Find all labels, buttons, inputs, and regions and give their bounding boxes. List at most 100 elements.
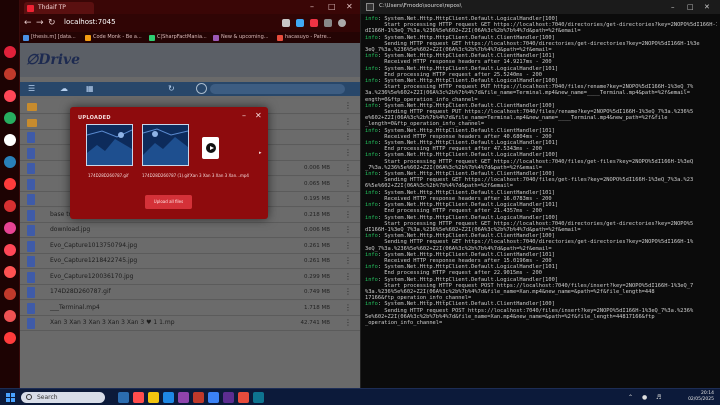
volume-icon[interactable]: ♬: [656, 394, 661, 401]
bookmark-item[interactable]: C|SharpFactMania...: [148, 33, 207, 42]
hamburger-icon[interactable]: ☰: [28, 84, 35, 94]
play-icon: [206, 143, 216, 153]
bookmark-favicon-icon: [85, 35, 91, 41]
refresh-icon[interactable]: ↻: [168, 84, 175, 94]
more-options-icon[interactable]: ⋮: [344, 225, 352, 235]
bookmark-item[interactable]: [thesis.m] [data...: [22, 33, 76, 42]
minimize-icon[interactable]: –: [310, 2, 314, 12]
sidebar-app-icon[interactable]: [4, 222, 16, 234]
sidebar-app-icon[interactable]: [4, 310, 16, 322]
taskbar-app-icon[interactable]: [133, 392, 144, 403]
minimize-icon[interactable]: –: [671, 2, 675, 12]
sidebar-app-icon[interactable]: [4, 244, 16, 256]
taskbar-app-icon[interactable]: [238, 392, 249, 403]
more-options-icon[interactable]: ⋮: [344, 241, 352, 251]
more-options-icon[interactable]: ⋮: [344, 287, 352, 297]
more-options-icon[interactable]: ⋮: [344, 132, 352, 142]
wifi-icon[interactable]: ●: [642, 394, 647, 401]
new-folder-icon[interactable]: ▦: [86, 84, 94, 94]
file-row[interactable]: Evo_Capture1013750794.jpg 0.261 MB ⋮: [20, 238, 360, 254]
more-options-icon[interactable]: ⋮: [344, 256, 352, 266]
profile-icon[interactable]: [338, 19, 346, 27]
folder-icon: [27, 103, 37, 111]
log-text: 5e%602+Z2I(06A%3c%2b%7b%4%7d&file_name=X…: [365, 313, 655, 320]
sidebar-app-icon[interactable]: [4, 156, 16, 168]
maximize-icon[interactable]: □: [687, 2, 694, 12]
upload-all-button[interactable]: Upload all files: [145, 195, 192, 209]
file-row[interactable]: 174D28D260787.gif 0.749 MB ⋮: [20, 285, 360, 300]
file-icon: [27, 287, 35, 298]
url-field[interactable]: localhost:7045: [64, 18, 116, 26]
gif-thumbnail[interactable]: [142, 124, 189, 166]
more-options-icon[interactable]: ⋮: [344, 148, 352, 158]
taskbar-search[interactable]: Search: [21, 392, 105, 403]
reload-icon[interactable]: ↻: [48, 17, 56, 29]
file-row[interactable]: Evo_Capture1218422745.jpg 0.261 MB ⋮: [20, 254, 360, 269]
more-options-icon[interactable]: ⋮: [344, 179, 352, 189]
sidebar-app-icon[interactable]: [4, 288, 16, 300]
gif-thumbnail[interactable]: [86, 124, 133, 166]
extension-icon[interactable]: [282, 19, 290, 27]
taskbar-app-icon[interactable]: [208, 392, 219, 403]
more-options-icon[interactable]: ⋮: [344, 163, 352, 173]
taskbar-app-icon[interactable]: [223, 392, 234, 403]
windows-start-icon[interactable]: [6, 393, 15, 402]
extension-icon[interactable]: [296, 19, 304, 27]
log-text: System.Net.Http.HttpClient.Default.Clien…: [384, 102, 555, 109]
sidebar-app-icon[interactable]: [4, 332, 16, 344]
taskbar-app-icon[interactable]: [253, 392, 264, 403]
tab-active[interactable]: Thdaif TP: [24, 2, 94, 14]
file-size: 0.065 MB: [303, 180, 330, 187]
chevron-right-icon[interactable]: ▸: [259, 150, 262, 156]
close-icon[interactable]: ✕: [704, 2, 710, 12]
app-logo[interactable]: ∅Drive: [26, 52, 80, 68]
taskbar-app-icon[interactable]: [178, 392, 189, 403]
file-row[interactable]: Xan 3 Xan 3 Xan 3 Xan 3 Xan 3 ♥ 1 1.mp 42…: [20, 316, 360, 331]
more-options-icon[interactable]: ⋮: [344, 272, 352, 282]
more-options-icon[interactable]: ⋮: [344, 210, 352, 220]
log-text: System.Net.Http.HttpClient.Default.Clien…: [384, 171, 555, 178]
close-icon[interactable]: ✕: [255, 111, 262, 121]
sidebar-app-icon[interactable]: [4, 200, 16, 212]
sidebar-app-icon[interactable]: [4, 90, 16, 102]
terminal-icon: [366, 3, 374, 11]
terminal-output[interactable]: info: System.Net.Http.HttpClient.Default…: [365, 16, 717, 386]
upload-cloud-icon[interactable]: ☁: [60, 84, 68, 94]
sidebar-app-icon[interactable]: [4, 134, 16, 146]
sidebar-app-icon[interactable]: [4, 68, 16, 80]
download-icon[interactable]: [324, 19, 332, 27]
file-name: ___Terminal.mp4: [50, 303, 100, 311]
more-options-icon[interactable]: ⋮: [344, 303, 352, 313]
more-options-icon[interactable]: ⋮: [344, 101, 352, 111]
log-text: Sending HTTP request GET https://localho…: [365, 239, 694, 246]
back-icon[interactable]: ←: [24, 17, 32, 29]
file-row[interactable]: ___Terminal.mp4 1.718 MB ⋮: [20, 300, 360, 316]
bookmark-item[interactable]: hacasuyo - Patre...: [276, 33, 331, 42]
maximize-icon[interactable]: □: [328, 2, 336, 12]
close-icon[interactable]: ✕: [346, 2, 353, 12]
more-options-icon[interactable]: ⋮: [344, 318, 352, 328]
sidebar-app-icon[interactable]: [4, 266, 16, 278]
sidebar-app-icon[interactable]: [4, 112, 16, 124]
bookmark-item[interactable]: New & upcoming...: [212, 33, 269, 42]
taskbar-app-icon[interactable]: [118, 392, 129, 403]
file-row[interactable]: Evo_Capture120036170.jpg 0.299 MB ⋮: [20, 269, 360, 285]
forward-icon[interactable]: →: [36, 17, 44, 29]
video-file-icon[interactable]: [202, 137, 219, 159]
taskbar-app-icon[interactable]: [163, 392, 174, 403]
search-icon[interactable]: [196, 83, 207, 94]
more-options-icon[interactable]: ⋮: [344, 117, 352, 127]
taskbar-app-icon[interactable]: [148, 392, 159, 403]
taskbar-app-icon[interactable]: [193, 392, 204, 403]
sidebar-app-icon[interactable]: [4, 178, 16, 190]
more-options-icon[interactable]: ⋮: [344, 194, 352, 204]
file-row[interactable]: download.jpg 0.006 MB ⋮: [20, 223, 360, 238]
log-level: info: [365, 16, 378, 22]
sidebar-app-icon[interactable]: [4, 46, 16, 58]
search-input[interactable]: [210, 84, 345, 94]
bookmark-item[interactable]: Code Monk - Be a...: [84, 33, 142, 42]
minimize-icon[interactable]: –: [242, 111, 246, 121]
chevron-up-icon[interactable]: ⌃: [628, 394, 633, 401]
system-clock[interactable]: 20:14 02/05/2025: [688, 391, 714, 403]
extension-icon[interactable]: [310, 19, 318, 27]
